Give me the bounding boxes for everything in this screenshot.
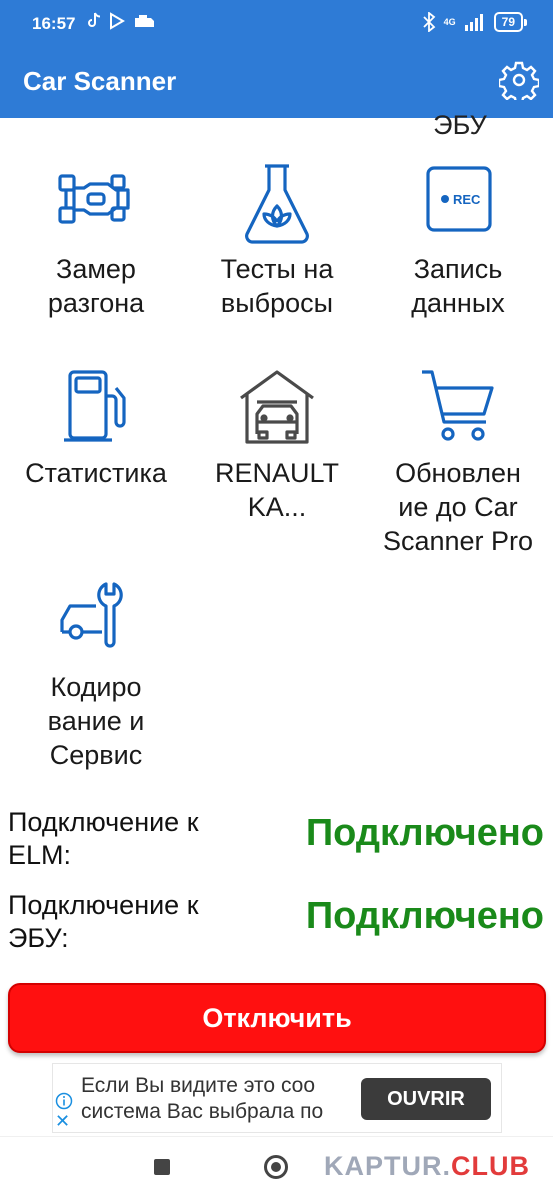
race-car-icon (58, 174, 130, 224)
tile-statistics[interactable]: Статистика (4, 366, 188, 490)
ecu-connection-status: Подключено (305, 895, 544, 937)
tile-acceleration[interactable]: Замер разгона (4, 162, 188, 320)
cart-icon (422, 370, 494, 441)
app-bar: Car Scanner (0, 48, 553, 118)
watermark-club: CLUB (451, 1151, 530, 1181)
tile-coding-service-label: Кодиро вание и Сервис (47, 672, 145, 770)
tile-vehicle-label: RENAULT KA... (214, 458, 340, 522)
car-wrench-icon (60, 582, 123, 648)
close-icon[interactable]: ✕ (55, 1112, 73, 1130)
tile-statistics-label: Статистика (25, 458, 167, 488)
system-nav-bar: KAPTUR.CLUB (0, 1136, 553, 1200)
disconnect-button[interactable]: Отключить (8, 983, 546, 1053)
recents-button[interactable] (154, 1159, 170, 1175)
rec-icon: REC (426, 166, 492, 232)
bluetooth-icon (422, 12, 435, 32)
ad-banner[interactable]: ✕ Если Вы видите это соо система Вас выб… (52, 1063, 502, 1133)
battery-level: 79 (493, 12, 528, 32)
signal-icon (464, 14, 483, 31)
network-type: 4G (443, 16, 456, 27)
tile-upgrade-pro-label: Обновлен ие до Car Scanner Pro (382, 458, 534, 556)
elm-connection-status: Подключено (305, 812, 544, 854)
tile-emissions-label: Тесты на выбросы (220, 254, 334, 318)
elm-connection-label: Подключение к ELM: (8, 807, 199, 870)
tile-coding-service[interactable]: Кодиро вание и Сервис (4, 580, 188, 772)
tile-data-recording[interactable]: REC Запись данных (366, 162, 550, 320)
ad-text-line-2: система Вас выбрала по (81, 1100, 324, 1123)
home-button[interactable] (264, 1155, 288, 1179)
tile-emissions[interactable]: Тесты на выбросы (185, 162, 369, 320)
status-time: 16:57 (32, 14, 76, 33)
eco-flask-icon (245, 164, 309, 244)
app-title: Car Scanner (23, 66, 177, 96)
tile-data-recording-label: Запись данных (411, 254, 505, 318)
tiktok-icon (88, 12, 101, 27)
watermark-text: KAPTUR. (324, 1151, 451, 1181)
ad-text-line-1: Если Вы видите это соо (81, 1074, 316, 1097)
elm-connection-row: Подключение к ELM: Подключено (8, 806, 548, 876)
status-bar: 16:57 4G 79 (0, 0, 553, 48)
garage-icon (240, 370, 314, 444)
tile-acceleration-label: Замер разгона (47, 254, 145, 318)
info-icon[interactable] (55, 1092, 73, 1110)
tile-vehicle[interactable]: RENAULT KA... (185, 366, 369, 524)
engine-icon (135, 15, 154, 27)
watermark: KAPTUR.CLUB (324, 1151, 530, 1182)
ecu-connection-row: Подключение к ЭБУ: Подключено (8, 889, 548, 959)
ad-open-button[interactable]: OUVRIR (361, 1078, 491, 1120)
svg-text:REC: REC (453, 192, 481, 207)
play-icon (110, 12, 125, 30)
gear-icon[interactable] (499, 60, 539, 100)
tile-upgrade-pro[interactable]: Обновлен ие до Car Scanner Pro (366, 366, 550, 558)
ecu-connection-label: Подключение к ЭБУ: (8, 890, 199, 953)
fuel-pump-icon (64, 370, 126, 442)
partial-tile-label: ЭБУ (433, 110, 487, 140)
